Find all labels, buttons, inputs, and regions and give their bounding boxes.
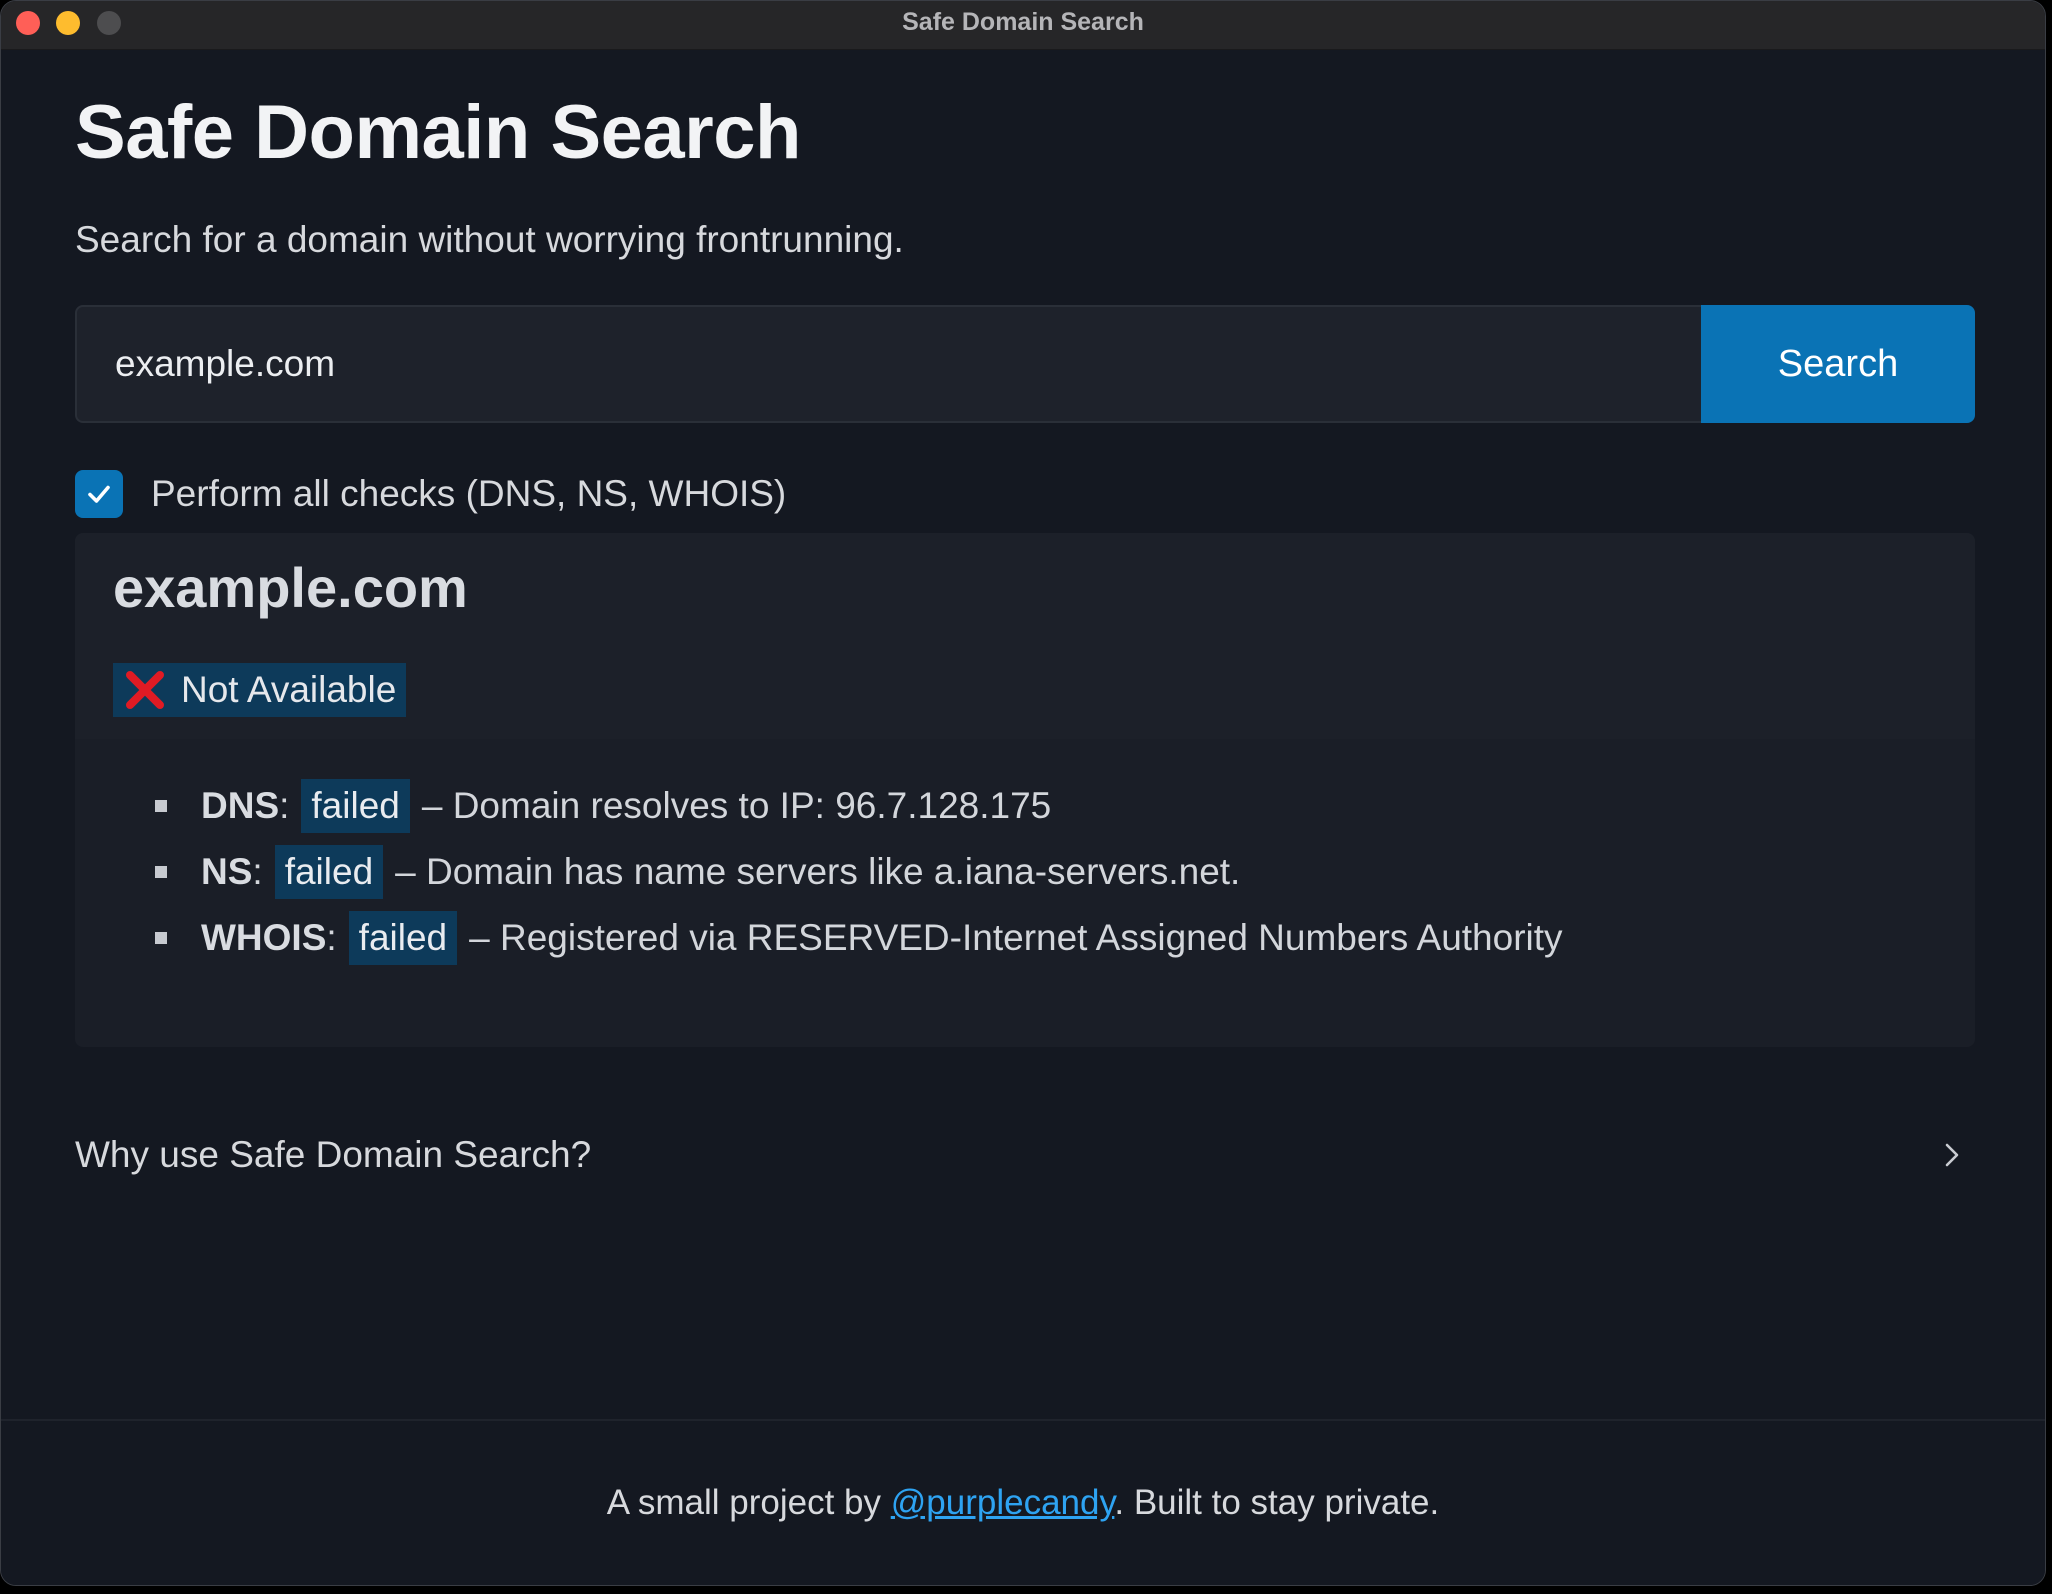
check-detail: – Domain has name servers like a.iana-se…	[395, 851, 1241, 892]
result-domain: example.com	[113, 556, 468, 619]
red-x-icon	[126, 671, 164, 709]
bullet-icon	[155, 932, 167, 944]
faq-label: Why use Safe Domain Search?	[75, 1134, 592, 1175]
check-separator: :	[279, 785, 290, 826]
footer: A small project by @purplecandy. Built t…	[1, 1419, 2045, 1585]
window-title: Safe Domain Search	[902, 8, 1144, 36]
bullet-icon	[155, 800, 167, 812]
bullet-icon	[155, 866, 167, 878]
title-bar: Safe Domain Search	[1, 1, 2045, 50]
faq-disclosure[interactable]: Why use Safe Domain Search?	[75, 1125, 1975, 1185]
check-item-ns: NS: failed – Domain has name servers lik…	[155, 839, 1563, 905]
check-status-badge: failed	[274, 845, 384, 899]
all-checks-checkbox[interactable]	[75, 470, 123, 518]
check-item-whois: WHOIS: failed – Registered via RESERVED-…	[155, 905, 1563, 971]
chevron-right-icon[interactable]	[1937, 1140, 1967, 1170]
checkmark-icon	[88, 485, 110, 503]
check-separator: :	[326, 917, 337, 958]
check-item-dns: DNS: failed – Domain resolves to IP: 96.…	[155, 773, 1563, 839]
page-subtitle: Search for a domain without worrying fro…	[75, 219, 904, 260]
result-header: example.com Not Available	[75, 533, 1975, 739]
footer-text: A small project by @purplecandy. Built t…	[1, 1483, 2045, 1523]
check-name: DNS	[201, 785, 280, 826]
check-detail: – Registered via RESERVED-Internet Assig…	[469, 917, 1563, 958]
status-badge: Not Available	[113, 663, 407, 717]
status-label: Not Available	[181, 669, 397, 710]
check-separator: :	[252, 851, 263, 892]
footer-prefix: A small project by	[606, 1483, 891, 1522]
check-detail: – Domain resolves to IP: 96.7.128.175	[421, 785, 1052, 826]
all-checks-option[interactable]: Perform all checks (DNS, NS, WHOIS)	[75, 469, 786, 519]
search-button[interactable]: Search	[1701, 305, 1975, 423]
checks-list: DNS: failed – Domain resolves to IP: 96.…	[155, 773, 1563, 971]
check-status-badge: failed	[348, 911, 458, 965]
author-link[interactable]: @purplecandy	[891, 1483, 1115, 1522]
check-name: WHOIS	[201, 917, 327, 958]
all-checks-label: Perform all checks (DNS, NS, WHOIS)	[151, 473, 787, 514]
check-name: NS	[201, 851, 253, 892]
footer-suffix: . Built to stay private.	[1114, 1483, 1440, 1522]
page-title: Safe Domain Search	[75, 90, 801, 175]
result-card: example.com Not Available DNS: failed – …	[75, 533, 1975, 1047]
app-window: Safe Domain Search Safe Domain Search Se…	[0, 0, 2046, 1586]
domain-search-input[interactable]	[75, 305, 1701, 423]
check-status-badge: failed	[301, 779, 410, 833]
search-bar: Search	[75, 305, 1975, 423]
